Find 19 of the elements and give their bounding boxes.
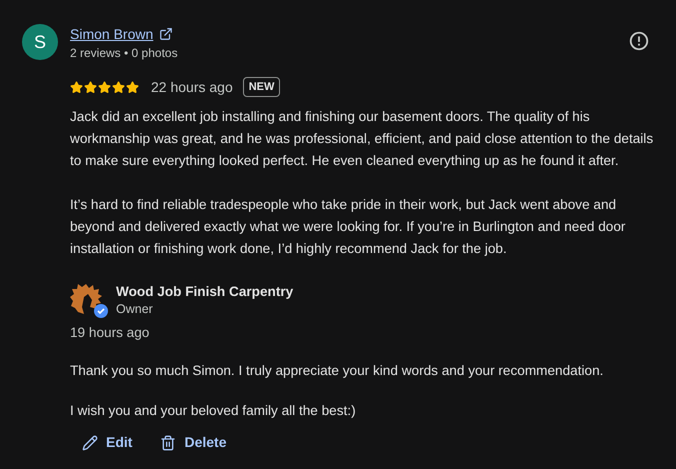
review-text: Jack did an excellent job installing and finishing our basement doors. The quality of his workmanship was great, and he was professional, efficient, and paid close attention to the details to make sure everything looked perfect. He even cleaned everything up as he found it after.	[70, 108, 654, 170]
pencil-icon	[82, 434, 98, 450]
external-link-icon	[159, 27, 174, 41]
edit-button[interactable]: Edit	[74, 428, 140, 457]
logo-icon	[70, 282, 102, 316]
author-link[interactable]: Simon Brown	[70, 24, 154, 44]
new-badge: NEW	[242, 77, 280, 97]
report-icon[interactable]	[628, 30, 650, 52]
review-time: 22 hours ago	[151, 78, 233, 97]
reply-text: Thank you so much Simon. I truly appreciate your kind words and your recommendation.	[70, 362, 604, 380]
owner-name: Wood Job Finish Carpentry	[116, 283, 294, 301]
delete-button[interactable]: Delete	[152, 428, 234, 457]
avatar: S	[22, 24, 58, 60]
owner-role: Owner	[116, 301, 154, 317]
trash-icon	[160, 434, 176, 450]
reply-text: I wish you and your beloved family all the best:)	[70, 402, 357, 420]
author-meta: 2 reviews • 0 photos	[70, 45, 178, 62]
reply-time: 19 hours ago	[70, 324, 150, 342]
review-text: It’s hard to find reliable tradespeople who take pride in their work, but Jack went above and beyond and delivered exactly what we were looking for. If you’re in Burlington and need door installation or finishing work done, I’d highly recommend Jack for the job.	[70, 196, 626, 258]
